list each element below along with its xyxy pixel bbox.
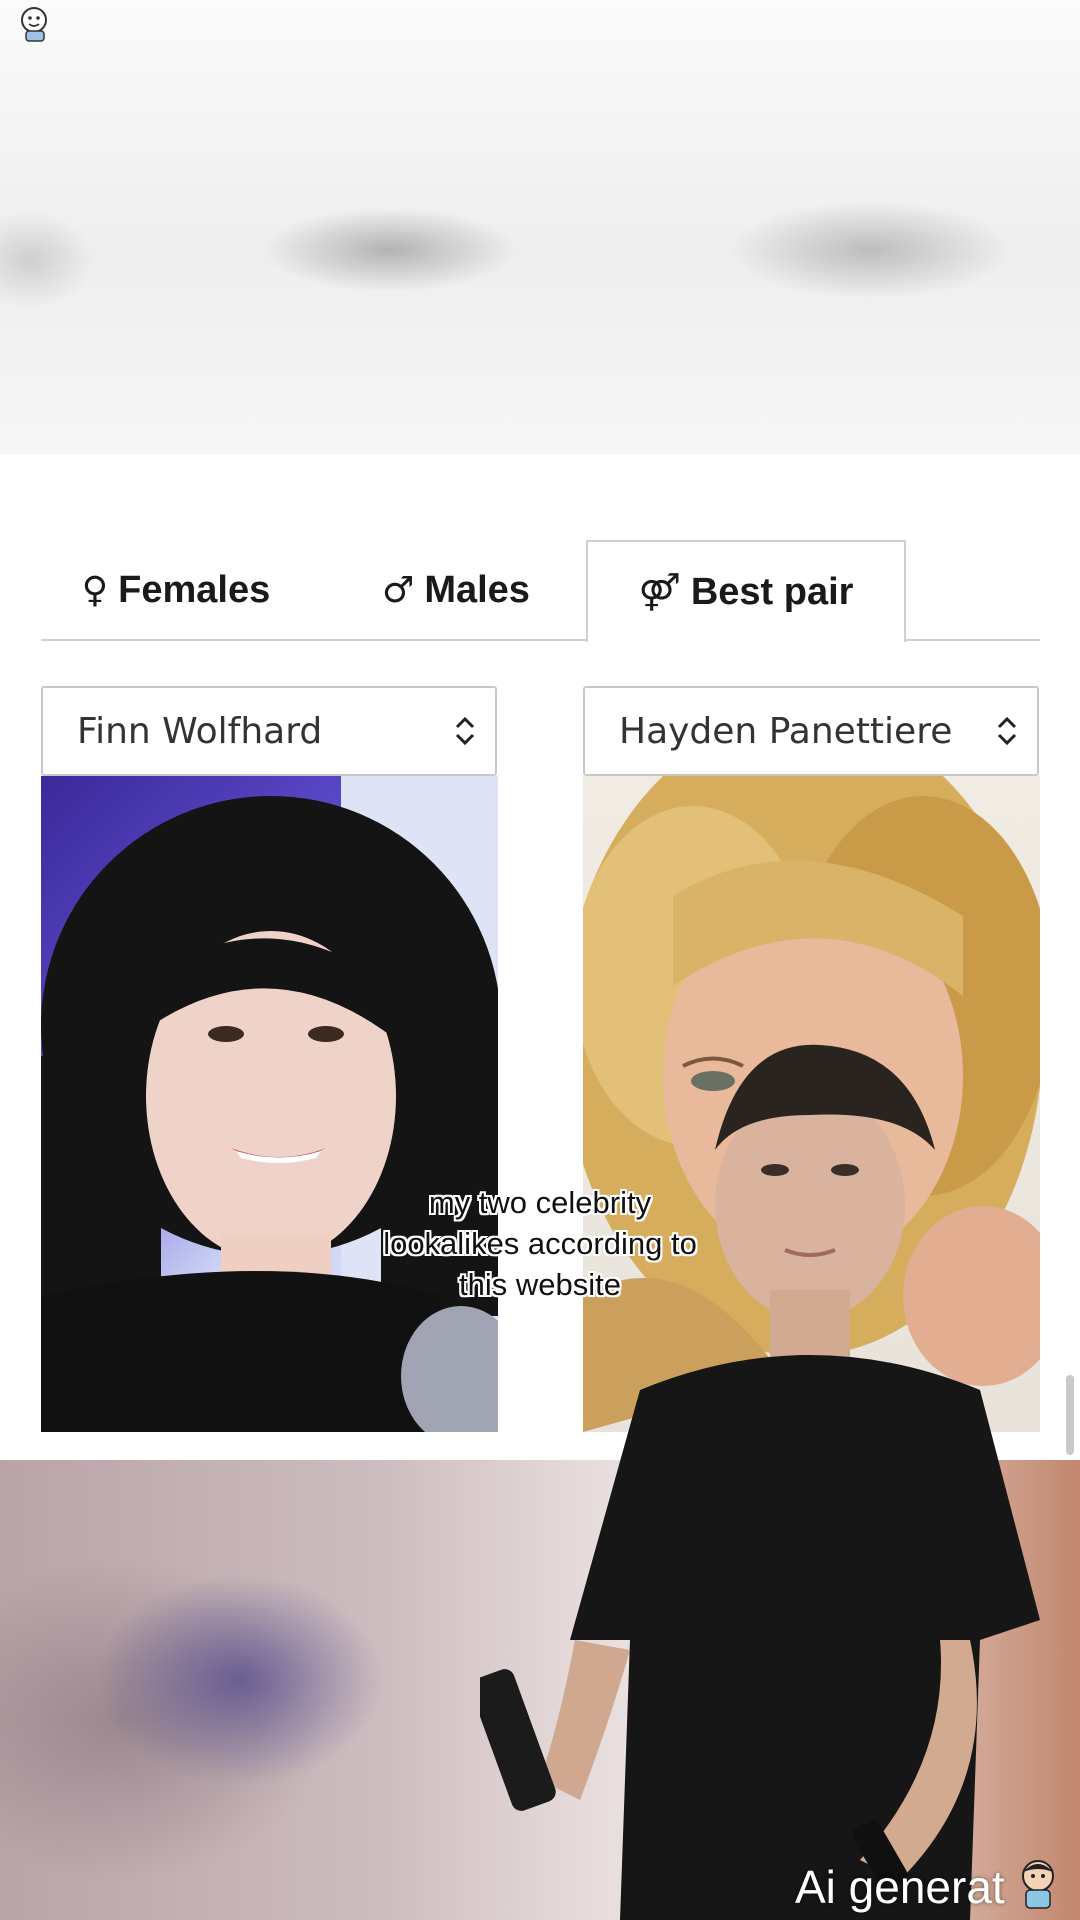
celebrity-select-left[interactable]: Finn Wolfhard [41,686,497,776]
cartoon-sticker-icon [1022,1860,1054,1909]
select-left-value: Finn Wolfhard [77,710,323,752]
tab-best-pair[interactable]: ⚤ Best pair [586,540,906,642]
caption-line-1: my two celebrity [428,1185,652,1220]
cartoon-sticker-icon [21,7,47,42]
video-caption: my two celebrity lookalikes according to… [330,1182,750,1305]
tab-females[interactable]: ♀ Females [71,540,281,640]
celebrity-photo-left [41,776,498,1432]
chevron-updown-icon [977,688,1037,774]
celebrity-select-right[interactable]: Hayden Panettiere [583,686,1039,776]
tab-bar: ♀ Females ♂ Males ⚤ Best pair [41,540,1040,642]
caption-line-2: lookalikes according to [383,1226,697,1261]
scrollbar[interactable] [1066,1375,1074,1455]
female-icon: ♀ [81,569,109,611]
ai-generated-watermark: Ai generat [795,1861,1005,1913]
chevron-updown-icon [435,688,495,774]
tab-best-pair-label: Best pair [690,570,854,613]
tab-males-label: Males [424,568,530,611]
gender-pair-icon: ⚤ [638,571,681,613]
select-right-value: Hayden Panettiere [619,710,953,752]
tab-males[interactable]: ♂ Males [361,540,551,640]
creator-overlay [480,1044,1040,1920]
caption-line-3: this website [459,1267,621,1302]
blurred-banner [0,0,1080,460]
male-icon: ♂ [382,569,415,611]
tab-females-label: Females [118,568,271,611]
